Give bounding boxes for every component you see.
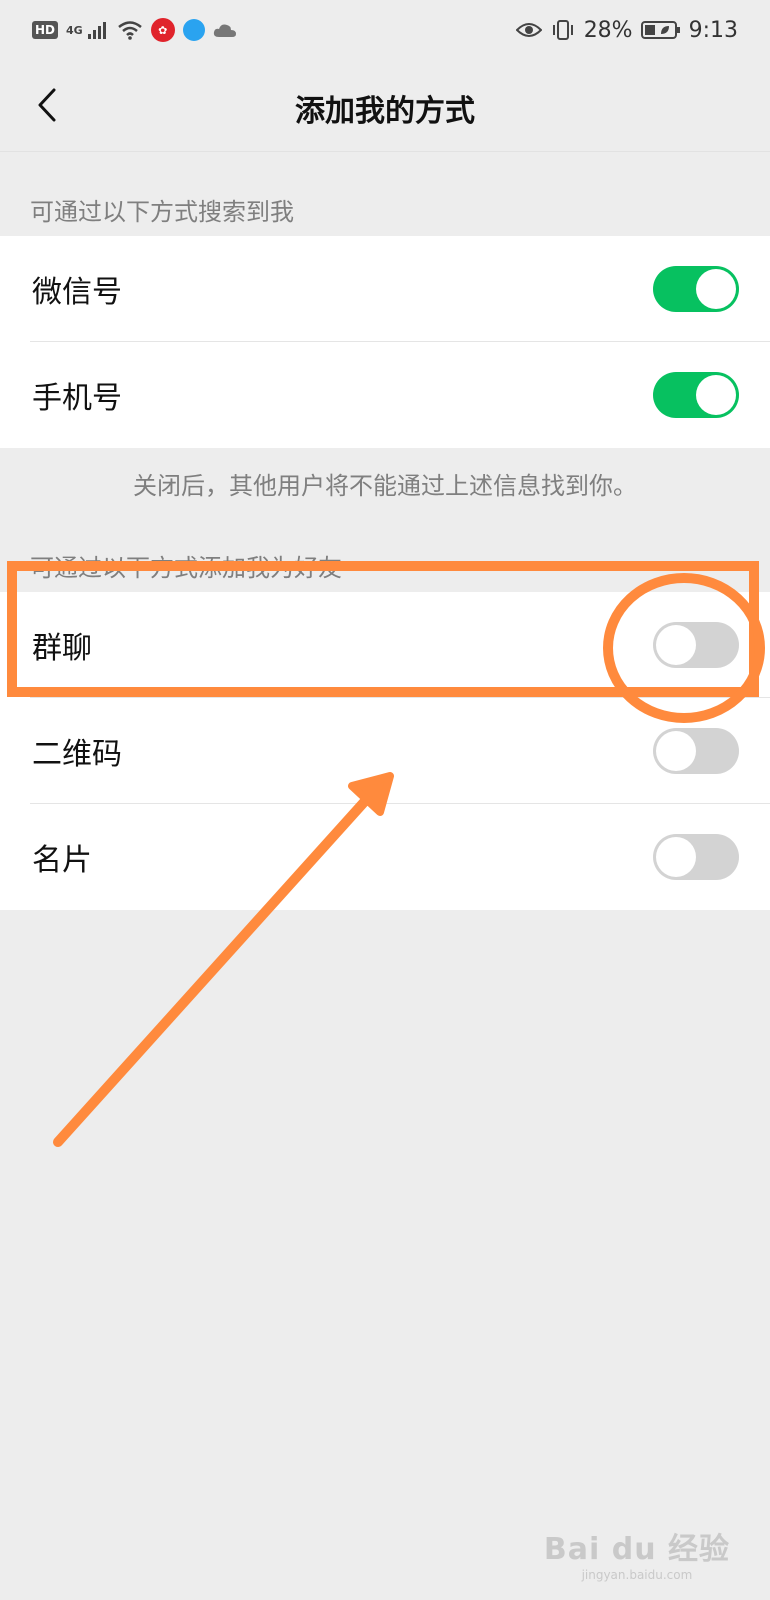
wifi-icon — [117, 21, 142, 40]
search-settings-group: 微信号 手机号 — [0, 236, 770, 448]
phone-toggle[interactable] — [653, 372, 739, 418]
wechat-id-toggle[interactable] — [653, 266, 739, 312]
toggle-knob — [696, 375, 736, 415]
status-right: 28% 9:13 — [515, 17, 738, 43]
setting-row-card[interactable]: 名片 — [0, 804, 770, 910]
status-left: HD 4G ✿ — [32, 18, 237, 42]
eye-icon — [515, 23, 542, 37]
watermark-brand: Bai du 经验 — [543, 1532, 730, 1567]
vibrate-icon — [552, 20, 573, 40]
setting-row-wechat-id[interactable]: 微信号 — [0, 236, 770, 342]
status-bar: HD 4G ✿ 28% 9:13 — [0, 0, 770, 60]
toggle-knob — [656, 625, 696, 665]
setting-row-phone[interactable]: 手机号 — [0, 342, 770, 448]
setting-label: 微信号 — [32, 275, 122, 310]
toggle-knob — [656, 731, 696, 771]
setting-row-qr-code[interactable]: 二维码 — [0, 698, 770, 804]
hd-icon: HD — [32, 21, 59, 39]
page-title: 添加我的方式 — [295, 94, 475, 129]
add-section-header: 可通过以下方式添加我为好友 — [30, 554, 342, 582]
signal-icon — [87, 22, 106, 39]
search-footnote: 关闭后，其他用户将不能通过上述信息找到你。 — [133, 472, 637, 500]
search-section-header: 可通过以下方式搜索到我 — [30, 198, 294, 226]
browser-app-icon — [182, 19, 205, 41]
network-type: 4G — [66, 23, 83, 37]
group-chat-toggle[interactable] — [653, 622, 739, 668]
cloud-icon — [213, 24, 236, 37]
setting-label: 名片 — [32, 843, 92, 878]
battery-icon — [640, 21, 680, 39]
setting-label: 手机号 — [32, 381, 122, 416]
clock: 9:13 — [688, 17, 738, 43]
card-toggle[interactable] — [653, 834, 739, 880]
setting-label: 群聊 — [32, 631, 92, 666]
setting-row-group-chat[interactable]: 群聊 — [0, 592, 770, 698]
toggle-knob — [696, 269, 736, 309]
watermark-url: jingyan.baidu.com — [581, 1568, 693, 1582]
qr-code-toggle[interactable] — [653, 728, 739, 774]
toggle-knob — [656, 837, 696, 877]
setting-label: 二维码 — [32, 737, 122, 772]
nav-bar: 添加我的方式 — [0, 60, 770, 152]
add-settings-group: 群聊 二维码 名片 — [0, 592, 770, 910]
watermark: Bai du 经验 jingyan.baidu.com — [544, 1524, 730, 1582]
battery-percent: 28% — [583, 17, 633, 43]
notification-app-icon: ✿ — [150, 18, 175, 42]
